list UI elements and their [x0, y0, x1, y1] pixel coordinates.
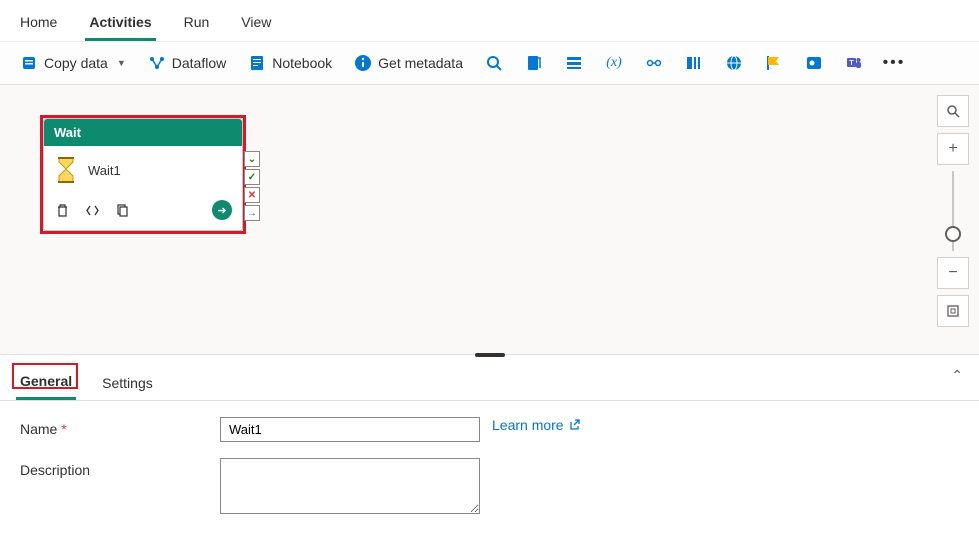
zoom-slider-thumb[interactable]	[945, 226, 961, 242]
collapse-panel-icon[interactable]: ⌃	[951, 367, 963, 384]
tab-home[interactable]: Home	[16, 8, 61, 41]
dataflow-button[interactable]: Dataflow	[140, 50, 234, 76]
info-icon	[354, 54, 372, 72]
tab-run[interactable]: Run	[180, 8, 214, 41]
tab-general[interactable]: General	[16, 369, 76, 400]
zoom-out-button[interactable]: −	[937, 257, 969, 289]
list-icon	[565, 54, 583, 72]
function-icon	[685, 54, 703, 72]
properties-panel: Name * Learn more Description	[0, 401, 979, 546]
node-connectors: ⌄ ✓ ✕ →	[244, 151, 260, 221]
zoom-in-button[interactable]: +	[937, 133, 969, 165]
code-icon[interactable]	[84, 202, 100, 218]
outlook-tool-button[interactable]	[797, 50, 831, 76]
notebook-button[interactable]: Notebook	[240, 50, 340, 76]
run-activity-icon[interactable]: ➔	[212, 200, 232, 220]
pipeline-canvas[interactable]: Wait Wait1 ➔ ⌄	[0, 85, 979, 355]
search-icon	[485, 54, 503, 72]
script-tool-button[interactable]	[517, 50, 551, 76]
learn-more-link[interactable]: Learn more	[492, 417, 580, 433]
description-label: Description	[20, 458, 220, 478]
top-tabs: Home Activities Run View	[0, 0, 979, 42]
external-link-icon	[568, 419, 580, 431]
ml-tool-button[interactable]	[637, 50, 671, 76]
connector-skip-icon[interactable]: →	[244, 205, 260, 221]
copy-data-button[interactable]: Copy data ▼	[12, 50, 134, 76]
flag-icon	[765, 54, 783, 72]
chevron-down-icon: ▼	[117, 58, 126, 68]
canvas-search-button[interactable]	[937, 95, 969, 127]
hourglass-icon	[54, 156, 78, 184]
copy-data-label: Copy data	[44, 55, 108, 71]
dataflow-icon	[148, 54, 166, 72]
variable-icon: (x)	[605, 54, 623, 72]
dataflow-label: Dataflow	[172, 55, 226, 71]
notebook-icon	[248, 54, 266, 72]
outlook-icon	[805, 54, 823, 72]
activity-name: Wait1	[88, 163, 121, 178]
variable-tool-button[interactable]: (x)	[597, 50, 631, 76]
delete-icon[interactable]	[54, 202, 70, 218]
teams-icon: T	[845, 54, 863, 72]
lookup-tool-button[interactable]	[477, 50, 511, 76]
get-metadata-label: Get metadata	[378, 55, 463, 71]
script-icon	[525, 54, 543, 72]
web-tool-button[interactable]	[717, 50, 751, 76]
notebook-label: Notebook	[272, 55, 332, 71]
connector-collapse-icon[interactable]: ⌄	[244, 151, 260, 167]
connector-fail-icon[interactable]: ✕	[244, 187, 260, 203]
connector-success-icon[interactable]: ✓	[244, 169, 260, 185]
description-textarea[interactable]	[220, 458, 480, 514]
get-metadata-button[interactable]: Get metadata	[346, 50, 471, 76]
more-tools-button[interactable]: •••	[877, 50, 911, 76]
ml-icon	[645, 54, 663, 72]
webhook-tool-button[interactable]	[757, 50, 791, 76]
name-label: Name *	[20, 417, 220, 437]
teams-tool-button[interactable]: T	[837, 50, 871, 76]
zoom-slider[interactable]	[952, 171, 954, 251]
functions-tool-button[interactable]	[677, 50, 711, 76]
tab-activities[interactable]: Activities	[85, 8, 155, 41]
activity-type-header: Wait	[44, 119, 242, 146]
tab-view[interactable]: View	[237, 8, 275, 41]
stored-proc-tool-button[interactable]	[557, 50, 591, 76]
zoom-fit-button[interactable]	[937, 295, 969, 327]
properties-tabs: General Settings ⌃	[0, 359, 979, 401]
name-input[interactable]	[220, 417, 480, 442]
svg-text:T: T	[849, 60, 854, 67]
globe-icon	[725, 54, 743, 72]
activity-highlight: Wait Wait1 ➔ ⌄	[40, 115, 246, 234]
zoom-controls: + −	[937, 95, 969, 327]
copy-icon[interactable]	[114, 202, 130, 218]
copy-data-icon	[20, 54, 38, 72]
tab-settings-props[interactable]: Settings	[98, 371, 157, 399]
wait-activity-node[interactable]: Wait Wait1 ➔ ⌄	[43, 118, 243, 231]
ellipsis-icon: •••	[885, 54, 903, 72]
toolbar: Copy data ▼ Dataflow Notebook Get metada…	[0, 42, 979, 85]
